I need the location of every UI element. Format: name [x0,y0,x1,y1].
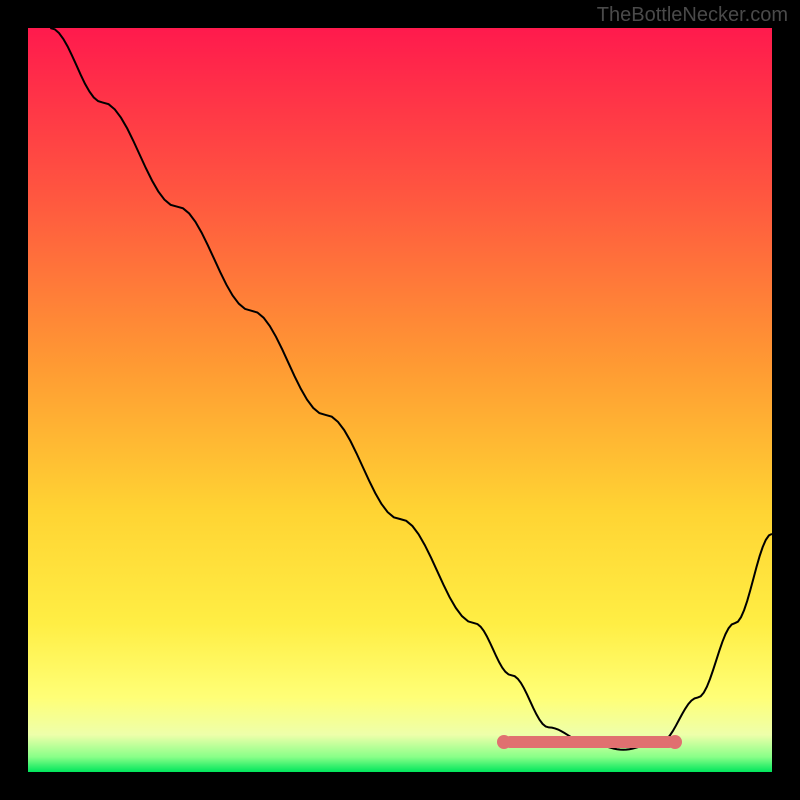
watermark-text: TheBottleNecker.com [597,4,788,27]
bottleneck-curve [28,28,772,772]
chart-plot-area [28,28,772,772]
optimal-range-marker [504,736,675,748]
